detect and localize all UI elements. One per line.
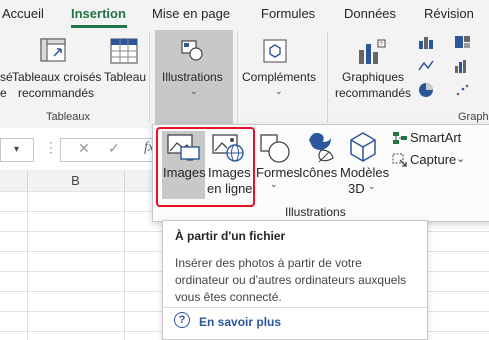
addins-label: Compléments bbox=[242, 70, 317, 84]
3d-model-cube-icon bbox=[350, 132, 376, 162]
illustrations-icon bbox=[181, 40, 203, 61]
chevron-down-icon: ⌄ bbox=[270, 179, 278, 189]
truncated-button-label: sé bbox=[0, 70, 13, 84]
tooltip-description: Insérer des photos à partir de votre ord… bbox=[175, 256, 407, 304]
tab-revision[interactable]: Révision bbox=[424, 6, 474, 21]
chevron-down-icon[interactable]: ▾ bbox=[14, 144, 19, 155]
cancel-icon[interactable]: ✕ bbox=[78, 140, 90, 157]
tab-insertion[interactable]: Insertion bbox=[71, 6, 126, 21]
table-label: Tableau bbox=[104, 70, 147, 84]
screenshot-icon bbox=[392, 153, 407, 167]
tab-formules[interactable]: Formules bbox=[261, 6, 315, 21]
column-chart-icon[interactable] bbox=[418, 34, 438, 50]
ribbon-tabs: Accueil Insertion Mise en page Formules … bbox=[0, 0, 489, 28]
statistic-chart-icon[interactable] bbox=[454, 58, 474, 74]
3d-models-label-1: Modèles bbox=[340, 165, 390, 180]
dropdown-group-label: Illustrations bbox=[285, 205, 346, 219]
tab-donnees[interactable]: Données bbox=[344, 6, 396, 21]
recommended-charts-icon: ? bbox=[359, 39, 386, 64]
truncated-button-label-2: e bbox=[0, 86, 7, 100]
column-header-b[interactable]: B bbox=[27, 170, 125, 191]
tooltip-title: À partir d'un fichier bbox=[175, 229, 286, 243]
scatter-chart-icon[interactable] bbox=[454, 82, 474, 98]
pivot-label-1: Tableaux croisés bbox=[12, 70, 102, 84]
tooltip-divider bbox=[163, 307, 427, 308]
chevron-down-icon: ⌄ bbox=[190, 86, 198, 96]
group-divider bbox=[149, 32, 150, 122]
addins-icon bbox=[263, 39, 287, 63]
chevron-down-icon: ⌄ bbox=[456, 153, 466, 165]
group-divider bbox=[327, 32, 328, 122]
pivot-label-2: recommandés bbox=[18, 86, 95, 100]
select-all-corner[interactable] bbox=[0, 170, 28, 191]
3d-models-label-2: 3D bbox=[348, 181, 365, 196]
chevron-down-icon: ⌄ bbox=[368, 181, 376, 191]
line-chart-icon[interactable] bbox=[418, 58, 438, 74]
icons-label: Icônes bbox=[299, 165, 338, 180]
smartart-icon bbox=[393, 132, 407, 144]
group-label-charts: Graph bbox=[458, 111, 489, 123]
screenshot-label: Capture bbox=[410, 152, 457, 167]
more-options-icon[interactable]: ⋮ bbox=[44, 139, 58, 156]
shapes-icon bbox=[260, 134, 290, 163]
shapes-label: Formes bbox=[256, 165, 301, 180]
illustrations-label: Illustrations bbox=[162, 70, 223, 84]
pie-chart-icon[interactable] bbox=[418, 82, 438, 98]
hierarchy-chart-icon[interactable] bbox=[454, 34, 474, 50]
smartart-label: SmartArt bbox=[410, 130, 462, 145]
help-icon: ? bbox=[174, 312, 190, 328]
tooltip-panel: À partir d'un fichier Insérer des photos… bbox=[162, 220, 428, 340]
recommended-charts-label-2: recommandés bbox=[335, 86, 412, 100]
group-divider bbox=[237, 32, 238, 122]
recommended-charts-label-1: Graphiques bbox=[342, 70, 405, 84]
icons-icon bbox=[309, 132, 334, 163]
pivot-table-icon bbox=[40, 38, 66, 62]
tab-accueil[interactable]: Accueil bbox=[2, 6, 44, 21]
table-icon bbox=[110, 38, 138, 64]
enter-icon[interactable]: ✓ bbox=[108, 140, 120, 157]
tab-mise-en-page[interactable]: Mise en page bbox=[152, 6, 230, 21]
learn-more-link[interactable]: En savoir plus bbox=[199, 315, 281, 329]
chevron-down-icon: ⌄ bbox=[275, 86, 283, 96]
highlight-box bbox=[156, 127, 255, 207]
group-label-tableaux: Tableaux bbox=[46, 111, 91, 123]
